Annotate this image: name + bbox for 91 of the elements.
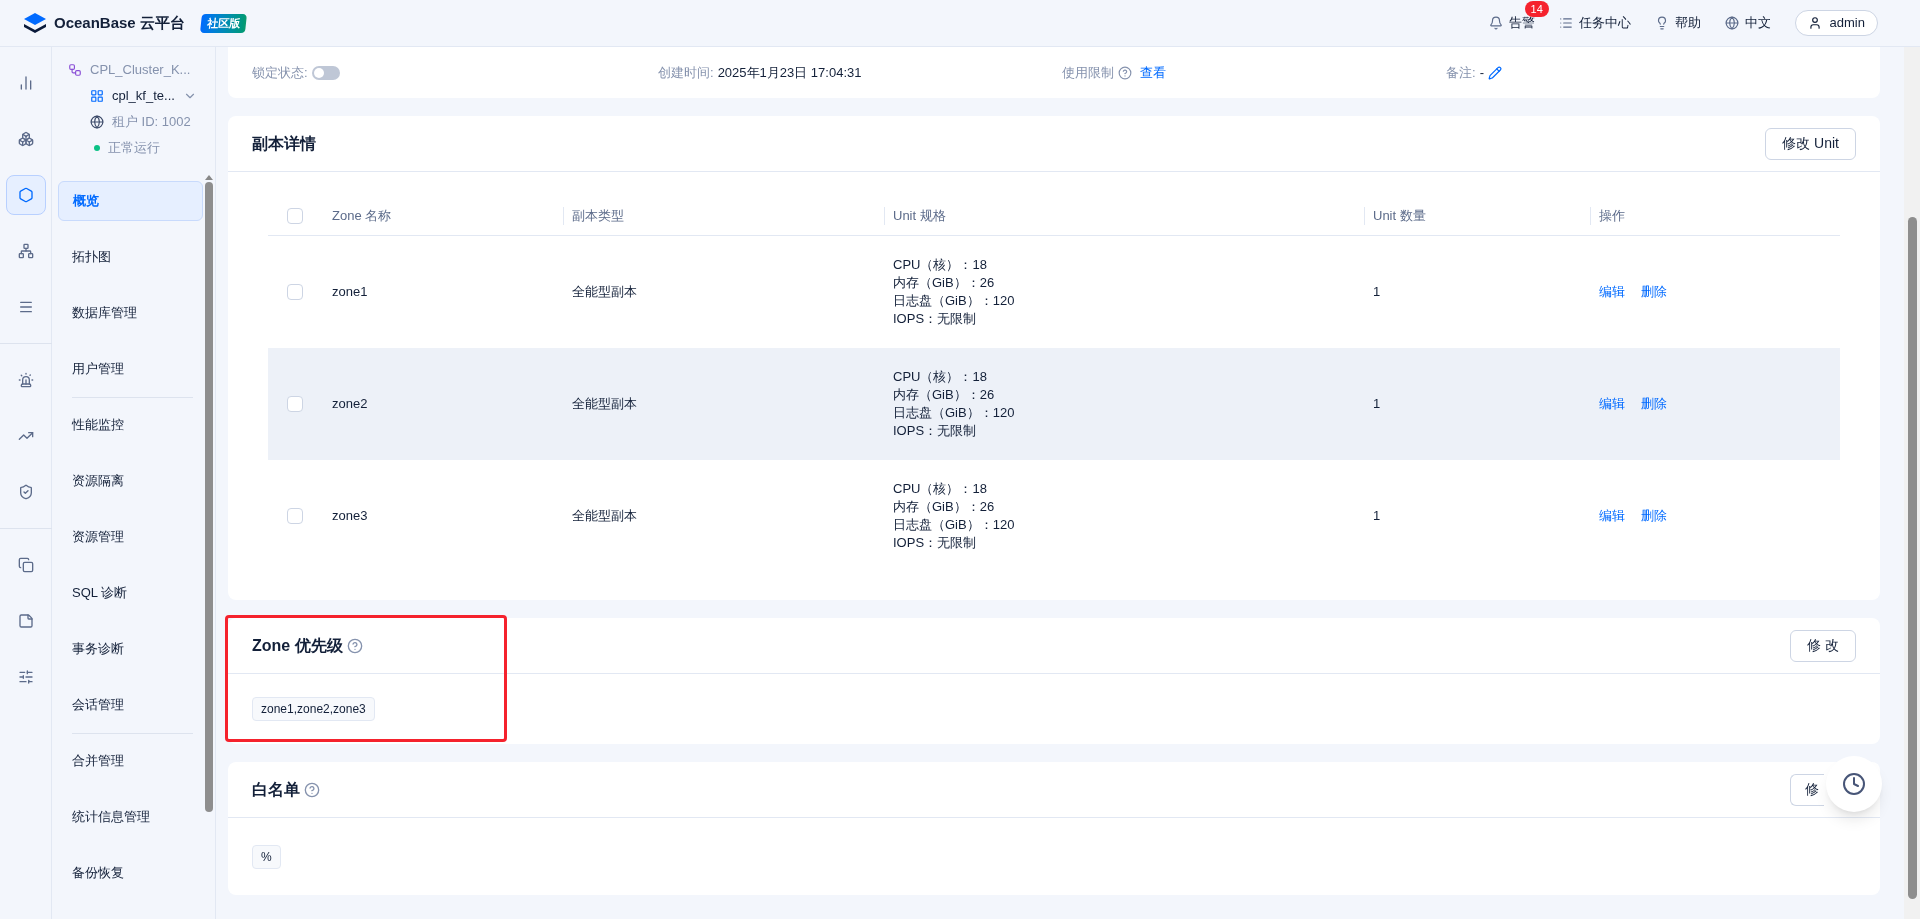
table-cell: 1	[1373, 508, 1381, 524]
table-cell: zone1	[332, 284, 368, 300]
user-button[interactable]: admin	[1794, 10, 1878, 36]
cluster-tree-icon	[68, 63, 82, 77]
spec-line: IOPS：无限制	[893, 422, 978, 440]
spec-line: CPU（核）：18	[893, 368, 988, 386]
page-scrollbar[interactable]	[1904, 47, 1920, 919]
tag: %	[252, 844, 281, 869]
action-link[interactable]: 编辑	[1599, 282, 1625, 302]
checkbox[interactable]	[287, 207, 303, 224]
column-header: 操作	[1598, 206, 1625, 225]
edit-button[interactable]: 修改 Unit	[1765, 127, 1856, 160]
header-link[interactable]: 任务中心	[1558, 13, 1631, 33]
table-cell: 全能型副本	[572, 508, 637, 524]
field-label: 锁定状态:	[252, 63, 308, 82]
globe-icon	[1724, 16, 1739, 30]
table-row[interactable]: zone2 全能型副本 CPU（核）：18 内存（GiB）：26 日志盘（GiB）：120 IOPS：无限制 1 编辑 删除	[268, 348, 1840, 460]
sidebar-item[interactable]: 备份恢复	[58, 853, 203, 893]
lock-switch[interactable]	[311, 65, 340, 80]
action-link[interactable]: 删除	[1641, 394, 1667, 414]
sidebar-item[interactable]: 拓扑图	[58, 237, 203, 277]
column-header: Unit 规格	[892, 206, 946, 225]
sidebar-item[interactable]: 数据库管理	[58, 293, 203, 333]
table-cell: 全能型副本	[572, 284, 637, 300]
field-label: 创建时间:	[658, 63, 714, 82]
tag: zone1,zone2,zone3	[252, 697, 375, 721]
spec-line: 内存（GiB）：26	[893, 274, 996, 292]
tenant-icon	[90, 89, 104, 103]
clock-icon	[1842, 772, 1866, 796]
column-header: Zone 名称	[331, 206, 392, 225]
checkbox[interactable]	[287, 396, 303, 412]
action-link[interactable]: 编辑	[1599, 506, 1625, 526]
tenant-id: 租户 ID: 1002	[112, 113, 191, 131]
help-icon[interactable]	[1118, 65, 1132, 80]
sidebar-item[interactable]: SQL 诊断	[58, 573, 203, 613]
logo-icon	[24, 13, 46, 33]
checkbox[interactable]	[287, 284, 303, 300]
field-label: 使用限制	[1062, 63, 1114, 82]
sidebar-item[interactable]: 资源管理	[58, 517, 203, 557]
spec-line: IOPS：无限制	[893, 310, 978, 328]
table-cell: zone2	[332, 396, 368, 412]
brand-name: OceanBase 云平台	[54, 12, 185, 33]
action-link[interactable]: 删除	[1641, 282, 1667, 302]
user-icon	[1807, 16, 1822, 30]
action-link[interactable]: 删除	[1641, 506, 1667, 526]
spec-line: IOPS：无限制	[893, 534, 978, 552]
field-label: 备注:	[1446, 63, 1476, 82]
count-badge: 14	[1524, 1, 1549, 18]
sidebar-item[interactable]: 性能监控	[58, 405, 203, 445]
section-title: 白名单	[252, 779, 300, 800]
sidebar-item[interactable]: 资源隔离	[58, 461, 203, 501]
table-cell: 全能型副本	[572, 396, 637, 412]
edition-badge: 社区版	[199, 13, 247, 33]
sidebar-item[interactable]: 概览	[58, 181, 203, 221]
field-value: 2025年1月23日 17:04:31	[717, 63, 862, 82]
sidebar-item[interactable]: 会话管理	[58, 685, 203, 725]
spec-line: 日志盘（GiB）：120	[893, 292, 1016, 310]
edit-button[interactable]: 修	[1790, 773, 1824, 806]
help-icon[interactable]	[304, 781, 320, 798]
table-cell: zone3	[332, 508, 368, 524]
sidebar-item[interactable]: 合并管理	[58, 741, 203, 781]
sidebar-item[interactable]: 用户管理	[58, 349, 203, 389]
scroll-up-arrow-icon[interactable]	[205, 175, 213, 180]
column-header: 副本类型	[571, 206, 624, 225]
spec-line: CPU（核）：18	[893, 256, 988, 274]
spec-line: 内存（GiB）：26	[893, 386, 996, 404]
sidebar-item[interactable]: 统计信息管理	[58, 797, 203, 837]
sidebar-item[interactable]: 事务诊断	[58, 629, 203, 669]
tenant-id-icon	[90, 115, 104, 129]
bell-icon	[1488, 16, 1503, 30]
help-icon[interactable]	[346, 637, 363, 654]
edit-icon[interactable]	[1487, 65, 1502, 80]
view-link[interactable]: 查看	[1140, 62, 1166, 83]
header-link[interactable]: 帮助	[1654, 13, 1701, 33]
section-title: 副本详情	[252, 133, 316, 154]
section-title: Zone 优先级	[252, 635, 343, 656]
checkbox[interactable]	[287, 508, 303, 524]
action-link[interactable]: 编辑	[1599, 394, 1625, 414]
table-cell: 1	[1373, 396, 1381, 412]
header-link[interactable]: 中文	[1724, 13, 1771, 33]
status-text: 正常运行	[108, 139, 160, 157]
spec-line: 日志盘（GiB）：120	[893, 404, 1016, 422]
spec-line: CPU（核）：18	[893, 480, 988, 498]
edit-button[interactable]: 修 改	[1790, 629, 1856, 662]
list-icon	[1558, 16, 1573, 30]
spec-line: 内存（GiB）：26	[893, 498, 996, 516]
tenant-name[interactable]: cpl_kf_te...	[112, 87, 175, 105]
table-cell: 1	[1373, 284, 1381, 300]
column-header: Unit 数量	[1372, 206, 1426, 225]
spec-line: 日志盘（GiB）：120	[893, 516, 1016, 534]
field-value: -	[1479, 63, 1484, 82]
